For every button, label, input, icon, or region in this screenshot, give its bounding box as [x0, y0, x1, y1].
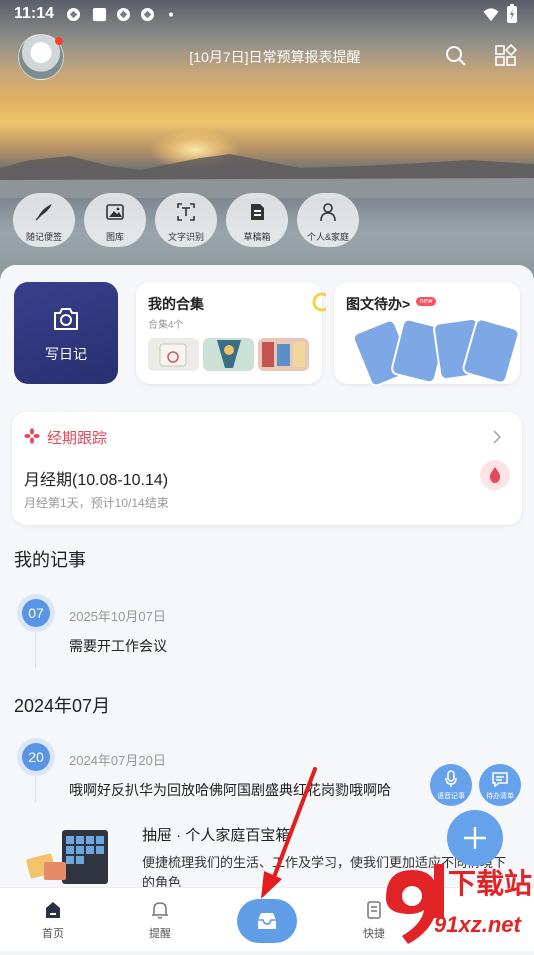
grid-menu-icon[interactable] [494, 44, 518, 68]
blood-drop-icon [489, 467, 501, 483]
period-drop-button[interactable] [480, 460, 510, 490]
entry-text[interactable]: 需要开工作会议 [69, 636, 167, 656]
period-tracking-card[interactable]: 经期跟踪 月经期(10.08-10.14) 月经第1天，预计10/14结束 [12, 412, 522, 525]
entry-text-2[interactable]: 哦啊好反扒华为回放哈佛阿国剧盛典红花岗勠哦啊哈 [69, 780, 391, 800]
quick-action-notes[interactable]: 随记便签 [13, 193, 75, 247]
home-icon [46, 902, 60, 918]
camera-icon [54, 308, 78, 330]
hills-silhouette [0, 154, 534, 198]
collection-ring-icon [312, 292, 326, 312]
quick-actions-row: 随记便签 图库 文字识别 草稿箱 个人&家庭 [0, 193, 534, 253]
todo-list-label: 待办清单 [486, 793, 514, 800]
status-time: 11:14 [14, 5, 55, 22]
app-notification-icon-3 [140, 7, 155, 22]
collection-thumb-1[interactable] [148, 338, 199, 371]
period-title: 经期跟踪 [47, 430, 108, 447]
wifi-icon [483, 8, 499, 22]
draft-box-icon [251, 204, 264, 220]
more-notifications-dot-icon [168, 12, 174, 17]
plus-icon [464, 827, 486, 849]
status-bar: 11:14 [0, 0, 534, 30]
app-notification-icon [66, 7, 81, 22]
chevron-right-icon[interactable] [492, 430, 502, 444]
inbox-center-button[interactable] [237, 899, 297, 943]
period-range: 月经期(10.08-10.14) [24, 472, 169, 489]
quick-action-ocr[interactable]: 文字识别 [155, 193, 217, 247]
site-watermark: 下载站 91xz.net [378, 858, 534, 950]
month-group-title: 2024年07月 [14, 696, 111, 716]
quick-action-gallery[interactable]: 图库 [84, 193, 146, 247]
reminder-title[interactable]: [10月7日]日常预算报表提醒 [150, 47, 400, 67]
period-subtext: 月经第1天，预计10/14结束 [24, 496, 169, 510]
collection-thumb-3[interactable] [258, 338, 309, 371]
flower-icon [24, 428, 40, 444]
microphone-icon [445, 770, 457, 787]
red-annotation-arrow [261, 767, 317, 899]
collection-count: 合集4个 [148, 320, 184, 331]
todo-list-fab[interactable]: 待办清单 [479, 764, 521, 806]
user-avatar[interactable] [18, 34, 64, 80]
scan-text-icon [177, 203, 195, 221]
book-illustration [22, 826, 112, 888]
voice-note-fab[interactable]: 语音记事 [430, 764, 472, 806]
image-icon [106, 204, 124, 220]
my-notes-title: 我的记事 [14, 550, 86, 570]
white-square-icon [92, 7, 107, 22]
bell-icon [152, 902, 168, 919]
notification-dot [55, 37, 63, 45]
collection-thumb-2[interactable] [203, 338, 254, 371]
timeline-day-badge-2: 20 [22, 743, 50, 771]
todo-title: 图文待办> [346, 296, 411, 312]
top-bar: [10月7日]日常预算报表提醒 [0, 32, 534, 82]
watermark-url: 91xz.net [434, 912, 521, 937]
entry-date: 2025年10月07日 [69, 609, 166, 624]
watermark-brand: 下载站 [448, 868, 533, 899]
collection-title: 我的合集 [148, 296, 204, 312]
voice-note-label: 语音记事 [437, 793, 465, 800]
timeline-day-badge: 07 [22, 599, 50, 627]
write-diary-button[interactable]: 写日记 [14, 282, 118, 384]
search-icon[interactable] [444, 44, 468, 68]
nav-reminder[interactable]: 提醒 [120, 888, 200, 951]
quick-action-drafts[interactable]: 草稿箱 [226, 193, 288, 247]
quill-icon [35, 204, 52, 221]
chat-list-icon [492, 772, 508, 787]
app-notification-icon-2 [116, 7, 131, 22]
battery-icon [507, 4, 517, 23]
write-diary-label: 写日记 [45, 346, 87, 362]
nav-home[interactable]: 首页 [13, 888, 93, 951]
timeline-line-2 [35, 772, 36, 802]
person-icon [320, 203, 336, 222]
quick-action-personal-family[interactable]: 个人&家庭 [297, 193, 359, 247]
entry-date-2: 2024年07月20日 [69, 753, 166, 768]
new-badge: new [416, 297, 436, 306]
my-collection-card[interactable]: 我的合集 合集4个 [136, 282, 326, 384]
inbox-tray-icon [258, 913, 276, 929]
timeline-line [35, 628, 36, 668]
